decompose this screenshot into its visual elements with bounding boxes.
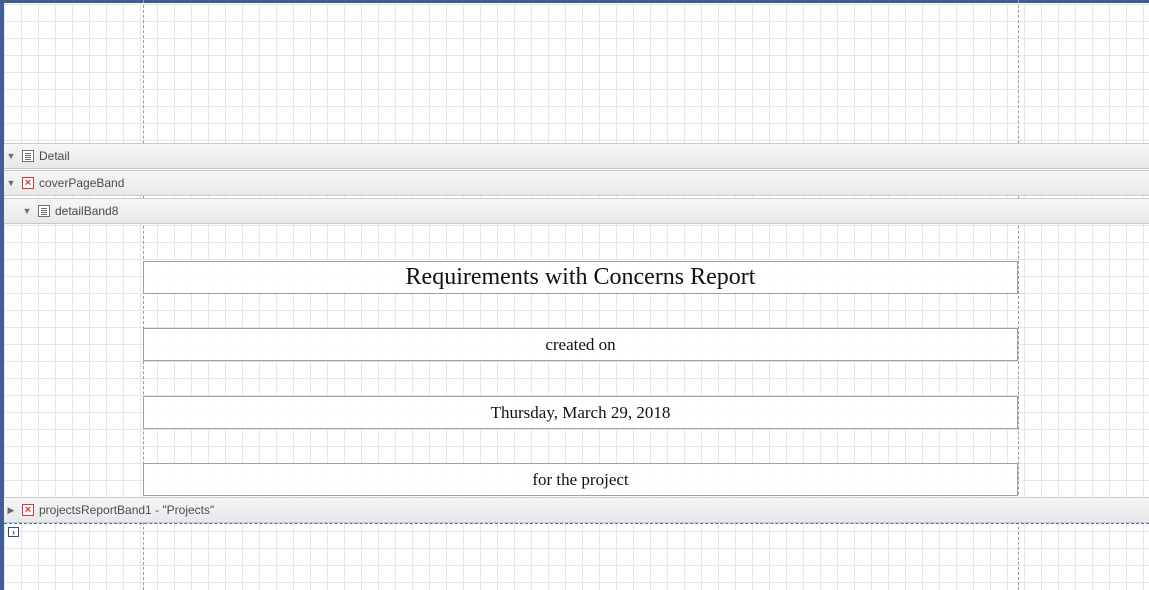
band-label: coverPageBand xyxy=(39,176,125,190)
band-header-projects-report[interactable]: ▶ × projectsReportBand1 - "Projects" xyxy=(4,497,1149,523)
detail-band-icon xyxy=(38,205,50,217)
for-the-project-text: for the project xyxy=(532,469,629,489)
report-error-icon: × xyxy=(22,504,34,516)
created-on-label[interactable]: created on xyxy=(143,328,1018,361)
report-date-text: Thursday, March 29, 2018 xyxy=(490,402,671,422)
band-label: Detail xyxy=(39,149,70,163)
detail-band-icon xyxy=(22,150,34,162)
collapse-arrow-icon[interactable]: ▼ xyxy=(4,178,18,188)
for-the-project-label[interactable]: for the project xyxy=(143,463,1018,496)
report-title-text: Requirements with Concerns Report xyxy=(405,264,756,290)
band-header-detail-band8[interactable]: ▼ detailBand8 xyxy=(4,198,1149,224)
report-error-icon: × xyxy=(22,177,34,189)
designer-frame-top-border xyxy=(0,0,1149,3)
report-title-label[interactable]: Requirements with Concerns Report xyxy=(143,261,1018,294)
band-header-detail[interactable]: ▼ Detail xyxy=(4,143,1149,169)
expand-arrow-icon[interactable]: ▶ xyxy=(4,505,18,516)
report-date-label[interactable]: Thursday, March 29, 2018 xyxy=(143,396,1018,429)
band-label: detailBand8 xyxy=(55,204,119,218)
collapse-arrow-icon[interactable]: ▼ xyxy=(4,151,18,161)
smart-tag-icon[interactable]: › xyxy=(8,527,19,537)
collapse-arrow-icon[interactable]: ▼ xyxy=(20,206,34,216)
created-on-text: created on xyxy=(545,334,616,354)
band-label: projectsReportBand1 - "Projects" xyxy=(39,503,215,517)
band-header-cover-page[interactable]: ▼ × coverPageBand xyxy=(4,170,1149,196)
band-selection-line xyxy=(4,523,1149,524)
